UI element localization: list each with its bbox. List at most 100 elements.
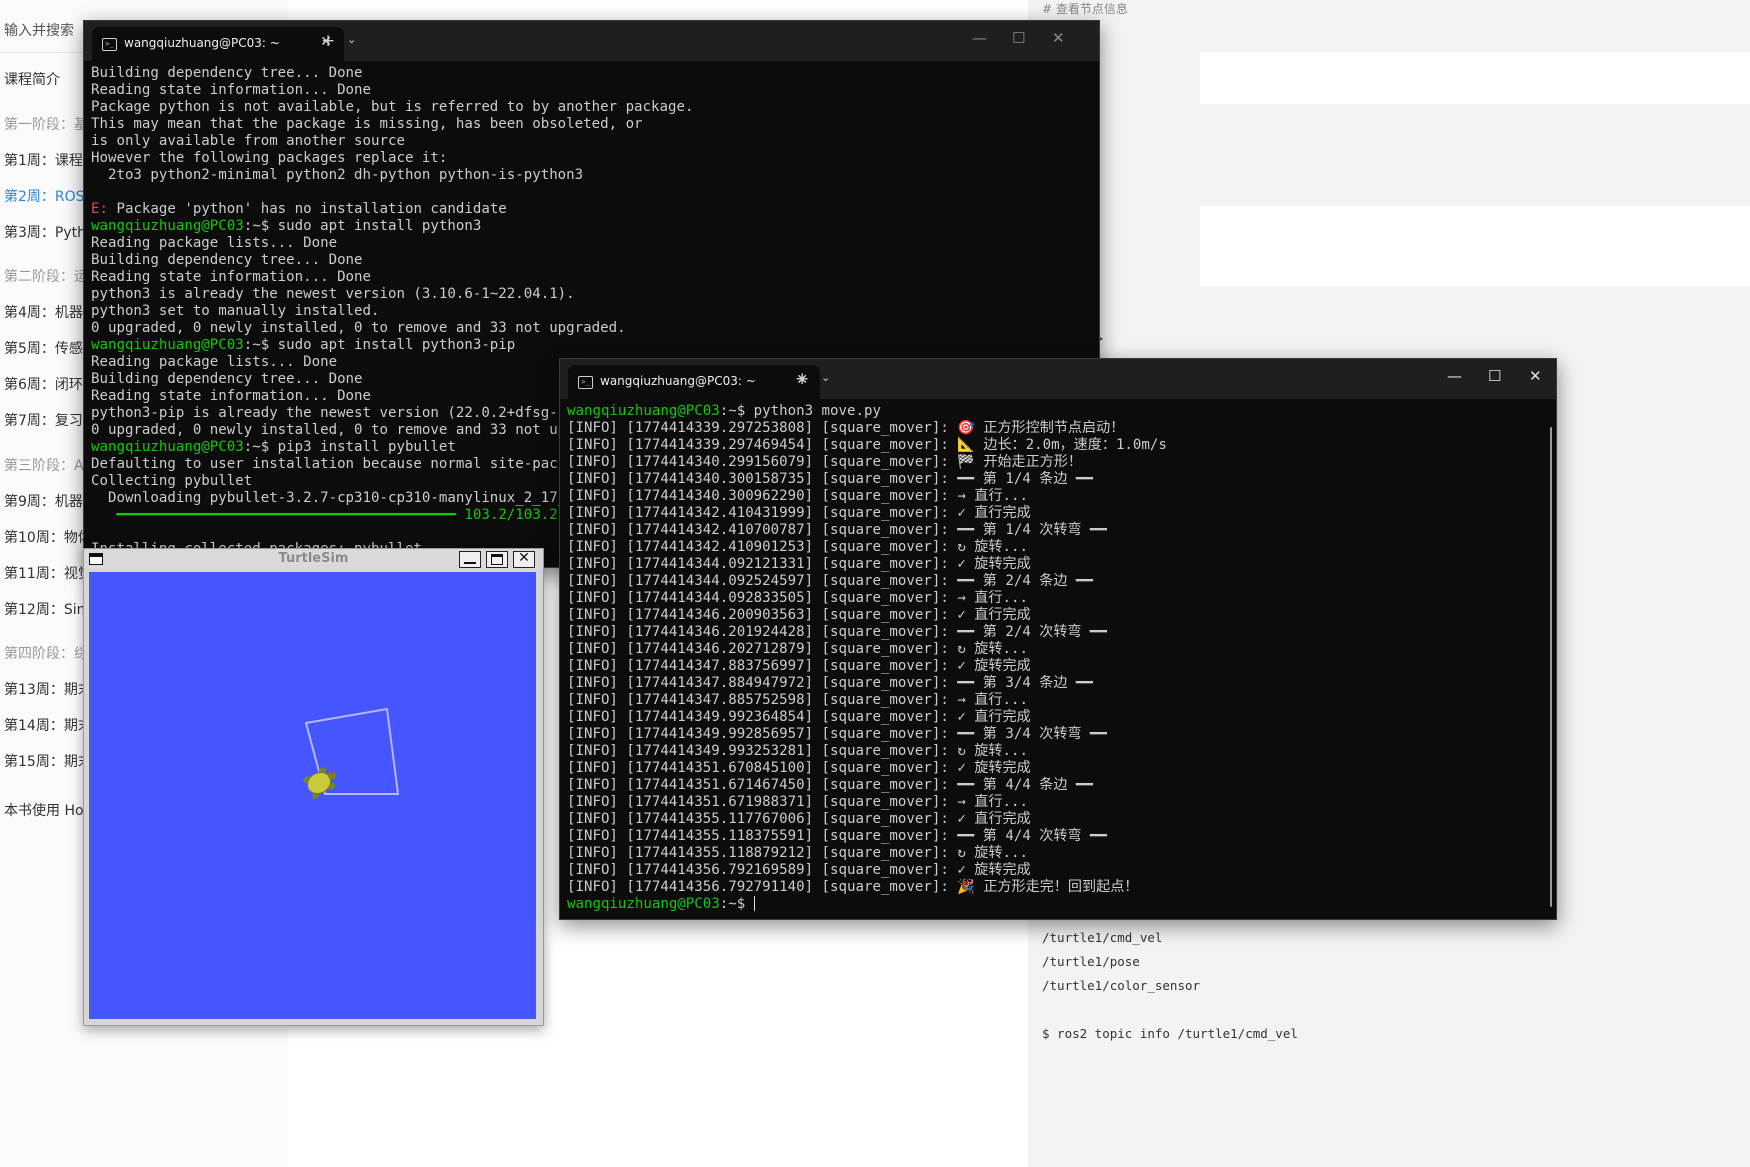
output-text: Reading state information... Done — [91, 269, 372, 285]
terminal-line: [INFO] [1774414342.410700787] [square_mo… — [567, 522, 1556, 539]
minimize-button[interactable]: — — [1447, 367, 1462, 385]
close-button[interactable]: ✕ — [1529, 367, 1542, 385]
code-line: /turtle1/color_sensor — [1042, 978, 1201, 993]
maximize-button[interactable] — [486, 551, 508, 568]
code-comment: # 查看节点信息 — [1042, 2, 1128, 16]
terminal-line: [INFO] [1774414342.410901253] [square_mo… — [567, 539, 1556, 556]
terminal-line: [INFO] [1774414346.200903563] [square_mo… — [567, 607, 1556, 624]
terminal-line: [INFO] [1774414340.300962290] [square_mo… — [567, 488, 1556, 505]
tab-dropdown-icon[interactable]: ⌄ — [347, 33, 356, 46]
terminal-line: [INFO] [1774414356.792169589] [square_mo… — [567, 862, 1556, 879]
turtle-canvas — [89, 572, 536, 1019]
terminal-tab[interactable]: >_ wangqiuzhuang@PC03: ~ ✕ — [92, 27, 344, 61]
turtlesim-window[interactable]: TurtleSim ✕ — [83, 548, 544, 1026]
terminal-window-front[interactable]: >_ wangqiuzhuang@PC03: ~ ✕ + ⌄ — ☐ ✕ wan… — [559, 358, 1557, 920]
terminal-line: [INFO] [1774414346.201924428] [square_mo… — [567, 624, 1556, 641]
terminal-line: [INFO] [1774414344.092121331] [square_mo… — [567, 556, 1556, 573]
terminal-line: Building dependency tree... Done — [91, 65, 1099, 82]
maximize-button[interactable]: ☐ — [1488, 367, 1501, 385]
output-text: [INFO] [1774414344.092121331] [square_mo… — [567, 556, 1031, 572]
output-text: Reading state information... Done — [91, 82, 372, 98]
output-text: [INFO] [1774414346.202712879] [square_mo… — [567, 641, 1028, 657]
minimize-button[interactable]: — — [972, 29, 987, 47]
toc-item[interactable]: 第15周：期末 — [4, 751, 92, 771]
toc-item[interactable]: 第13周：期末 — [4, 679, 92, 699]
search-input[interactable]: 输入并搜索 — [4, 20, 74, 40]
code-line: $ ros2 topic info /turtle1/cmd_vel — [1042, 1026, 1298, 1041]
terminal-line: [INFO] [1774414356.792791140] [square_mo… — [567, 879, 1556, 896]
terminal-line: [INFO] [1774414342.410431999] [square_mo… — [567, 505, 1556, 522]
output-text: [INFO] [1774414347.885752598] [square_mo… — [567, 692, 1028, 708]
output-text: python3-pip is already the newest versio… — [91, 405, 584, 421]
output-text: [INFO] [1774414340.300158735] [square_mo… — [567, 471, 1093, 487]
terminal-line: ​ — [91, 184, 1099, 201]
terminal-output[interactable]: wangqiuzhuang@PC03:~$ python3 move.py [IN… — [560, 403, 1556, 919]
output-text: :~$ sudo apt install python3-pip — [243, 337, 516, 353]
content-block — [1200, 206, 1750, 286]
toc-item[interactable]: 课程简介 — [4, 69, 60, 89]
output-text: [INFO] [1774414344.092833505] [square_mo… — [567, 590, 1028, 606]
terminal-line: [INFO] [1774414340.300158735] [square_mo… — [567, 471, 1556, 488]
title-bar[interactable]: TurtleSim ✕ — [84, 549, 543, 569]
maximize-button[interactable]: ☐ — [1012, 29, 1025, 47]
output-text: [INFO] [1774414349.993253281] [square_mo… — [567, 743, 1028, 759]
toc-item[interactable]: 本书使用 Hon — [4, 800, 92, 820]
toc-item[interactable]: 第14周：期末 — [4, 715, 92, 735]
toc-item[interactable]: 第3周：Pytho — [4, 222, 95, 242]
output-text: [INFO] [1774414355.118375591] [square_mo… — [567, 828, 1108, 844]
output-text: [INFO] [1774414347.883756997] [square_mo… — [567, 658, 1031, 674]
output-text: [INFO] [1774414342.410901253] [square_mo… — [567, 539, 1028, 555]
output-text: [INFO] [1774414351.671988371] [square_mo… — [567, 794, 1028, 810]
output-text: [INFO] [1774414355.117767006] [square_mo… — [567, 811, 1031, 827]
terminal-line: [INFO] [1774414349.992364854] [square_mo… — [567, 709, 1556, 726]
output-text: [INFO] [1774414339.297253808] [square_mo… — [567, 420, 1125, 436]
terminal-line: [INFO] [1774414351.671467450] [square_mo… — [567, 777, 1556, 794]
tab-dropdown-icon[interactable]: ⌄ — [821, 371, 830, 384]
tab-title: wangqiuzhuang@PC03: ~ — [124, 36, 280, 50]
output-text: Package python is not available, but is … — [91, 99, 694, 115]
error-text: E: — [91, 201, 108, 217]
terminal-line: python3 set to manually installed. — [91, 303, 1099, 320]
terminal-line: wangqiuzhuang@PC03:~$ — [567, 896, 1556, 913]
terminal-line: python3 is already the newest version (3… — [91, 286, 1099, 303]
toc-section-heading: 第四阶段：综 — [4, 646, 88, 662]
toc-item[interactable]: 第11周：视觉 — [4, 563, 92, 583]
terminal-line: [INFO] [1774414339.297253808] [square_mo… — [567, 420, 1556, 437]
terminal-line: [INFO] [1774414351.671988371] [square_mo… — [567, 794, 1556, 811]
scrollbar-thumb[interactable] — [1550, 427, 1552, 907]
prompt-text: 103.2/103.2 — [464, 507, 558, 523]
close-button[interactable]: ✕ — [513, 550, 535, 568]
terminal-line: Building dependency tree... Done — [91, 252, 1099, 269]
terminal-tab[interactable]: >_ wangqiuzhuang@PC03: ~ ✕ — [568, 365, 820, 399]
output-text: Reading package lists... Done — [91, 354, 338, 370]
new-tab-button[interactable]: + — [795, 369, 809, 389]
terminal-line: This may mean that the package is missin… — [91, 116, 1099, 133]
close-button[interactable]: ✕ — [1052, 29, 1065, 47]
new-tab-button[interactable]: + — [321, 31, 335, 51]
output-text: Reading package lists... Done — [91, 235, 338, 251]
output-text: 2to3 python2-minimal python2 dh-python p… — [91, 167, 584, 183]
terminal-line: [INFO] [1774414347.884947972] [square_mo… — [567, 675, 1556, 692]
terminal-line: [INFO] [1774414349.992856957] [square_mo… — [567, 726, 1556, 743]
output-text: :~$ sudo apt install python3 — [243, 218, 482, 234]
output-text: [INFO] [1774414340.299156079] [square_mo… — [567, 454, 1083, 470]
output-text: [INFO] [1774414355.118879212] [square_mo… — [567, 845, 1028, 861]
output-text: This may mean that the package is missin… — [91, 116, 643, 132]
output-text: [INFO] [1774414339.297469454] [square_mo… — [567, 437, 1167, 453]
terminal-line: wangqiuzhuang@PC03:~$ sudo apt install p… — [91, 337, 1099, 354]
terminal-line: [INFO] [1774414346.202712879] [square_mo… — [567, 641, 1556, 658]
toc-item[interactable]: 第2周：ROS2 — [4, 186, 93, 206]
output-text: [INFO] [1774414342.410431999] [square_mo… — [567, 505, 1031, 521]
prompt-text: wangqiuzhuang@PC03 — [91, 218, 244, 234]
output-text: [INFO] [1774414346.201924428] [square_mo… — [567, 624, 1108, 640]
prompt-text: ━━━━━━━━━━━━━━━━━━━━━━━━━━━━━━━━━━━━━━━━ — [116, 507, 456, 523]
title-bar[interactable]: >_ wangqiuzhuang@PC03: ~ ✕ + ⌄ — ☐ ✕ — [84, 21, 1099, 61]
minimize-button[interactable] — [459, 551, 481, 568]
title-bar[interactable]: >_ wangqiuzhuang@PC03: ~ ✕ + ⌄ — ☐ ✕ — [560, 359, 1556, 399]
terminal-line: is only available from another source — [91, 133, 1099, 150]
text-cursor — [753, 896, 755, 911]
output-text: [INFO] [1774414346.200903563] [square_mo… — [567, 607, 1031, 623]
output-text: Downloading pybullet-3.2.7-cp310-cp310-m… — [91, 490, 584, 506]
toc-item[interactable]: 第10周：物体 — [4, 527, 92, 547]
output-text: python3 set to manually installed. — [91, 303, 380, 319]
